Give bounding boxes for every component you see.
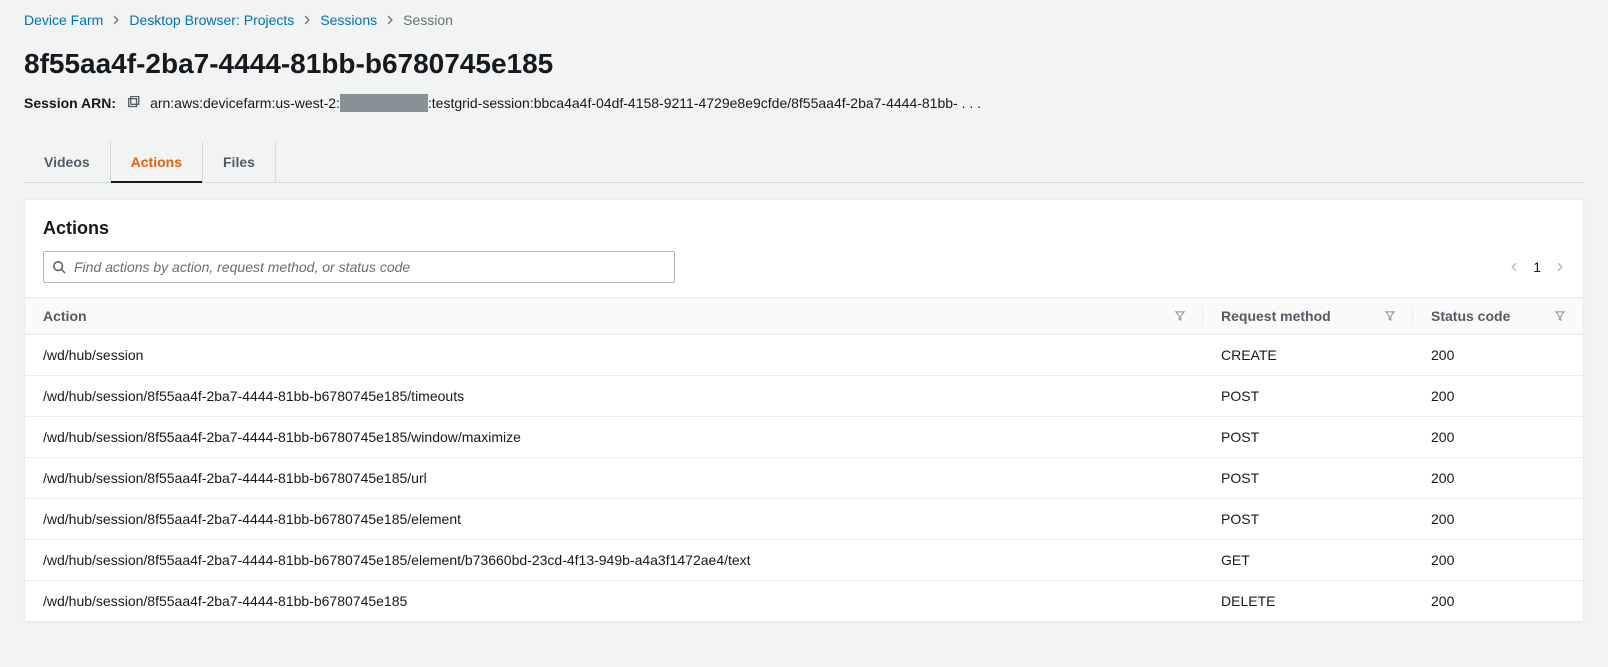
cell-status: 200 [1413,540,1583,581]
col-status-header[interactable]: Status code [1413,298,1583,335]
cell-action: /wd/hub/session/8f55aa4f-2ba7-4444-81bb-… [25,499,1203,540]
cell-method: POST [1203,458,1413,499]
breadcrumb-link[interactable]: Desktop Browser: Projects [129,12,294,28]
pagination: 1 [1509,259,1565,275]
cell-action: /wd/hub/session/8f55aa4f-2ba7-4444-81bb-… [25,581,1203,622]
cell-action: /wd/hub/session/8f55aa4f-2ba7-4444-81bb-… [25,458,1203,499]
prev-page-button[interactable] [1509,260,1519,274]
arn-redacted [340,94,428,112]
actions-panel: Actions 1 Action [24,199,1584,622]
breadcrumb-link[interactable]: Device Farm [24,12,103,28]
tab-actions[interactable]: Actions [111,142,203,182]
col-status-label: Status code [1431,308,1510,324]
col-action-label: Action [43,308,87,324]
cell-method: POST [1203,376,1413,417]
search-icon [52,260,66,274]
search-box[interactable] [43,251,675,283]
arn-label: Session ARN: [24,95,116,111]
cell-action: /wd/hub/session/8f55aa4f-2ba7-4444-81bb-… [25,376,1203,417]
table-row[interactable]: /wd/hub/session/8f55aa4f-2ba7-4444-81bb-… [25,581,1583,622]
filter-icon[interactable] [1555,311,1565,321]
breadcrumb-current: Session [403,12,453,28]
filter-icon[interactable] [1385,311,1395,321]
panel-title: Actions [43,218,1565,239]
tab-files[interactable]: Files [203,142,276,182]
breadcrumb-link[interactable]: Sessions [320,12,377,28]
tab-videos[interactable]: Videos [24,142,111,182]
cell-action: /wd/hub/session/8f55aa4f-2ba7-4444-81bb-… [25,417,1203,458]
chevron-right-icon [385,15,395,25]
cell-method: POST [1203,417,1413,458]
actions-table: Action Request method [25,297,1583,621]
cell-status: 200 [1413,499,1583,540]
cell-status: 200 [1413,376,1583,417]
breadcrumb: Device Farm Desktop Browser: Projects Se… [24,8,1584,40]
page-title: 8f55aa4f-2ba7-4444-81bb-b6780745e185 [24,48,1584,80]
table-row[interactable]: /wd/hub/session CREATE 200 [25,335,1583,376]
arn-prefix: arn:aws:devicefarm:us-west-2: [150,95,340,111]
next-page-button[interactable] [1555,260,1565,274]
cell-method: CREATE [1203,335,1413,376]
col-action-header[interactable]: Action [25,298,1203,335]
table-row[interactable]: /wd/hub/session/8f55aa4f-2ba7-4444-81bb-… [25,417,1583,458]
page-number: 1 [1533,259,1541,275]
chevron-right-icon [111,15,121,25]
table-row[interactable]: /wd/hub/session/8f55aa4f-2ba7-4444-81bb-… [25,540,1583,581]
arn-value: arn:aws:devicefarm:us-west-2: :testgrid-s… [150,94,981,112]
cell-method: POST [1203,499,1413,540]
table-row[interactable]: /wd/hub/session/8f55aa4f-2ba7-4444-81bb-… [25,458,1583,499]
cell-action: /wd/hub/session [25,335,1203,376]
cell-method: DELETE [1203,581,1413,622]
cell-method: GET [1203,540,1413,581]
cell-status: 200 [1413,335,1583,376]
search-input[interactable] [74,259,666,275]
col-method-header[interactable]: Request method [1203,298,1413,335]
cell-status: 200 [1413,581,1583,622]
arn-suffix: :testgrid-session:bbca4a4f-04df-4158-921… [428,95,981,111]
col-method-label: Request method [1221,308,1331,324]
session-arn-row: Session ARN: arn:aws:devicefarm:us-west-… [24,94,1584,112]
chevron-right-icon [302,15,312,25]
cell-status: 200 [1413,417,1583,458]
table-row[interactable]: /wd/hub/session/8f55aa4f-2ba7-4444-81bb-… [25,376,1583,417]
copy-icon[interactable] [126,96,140,110]
table-row[interactable]: /wd/hub/session/8f55aa4f-2ba7-4444-81bb-… [25,499,1583,540]
cell-status: 200 [1413,458,1583,499]
tabs: Videos Actions Files [24,142,1584,183]
cell-action: /wd/hub/session/8f55aa4f-2ba7-4444-81bb-… [25,540,1203,581]
filter-icon[interactable] [1175,311,1185,321]
